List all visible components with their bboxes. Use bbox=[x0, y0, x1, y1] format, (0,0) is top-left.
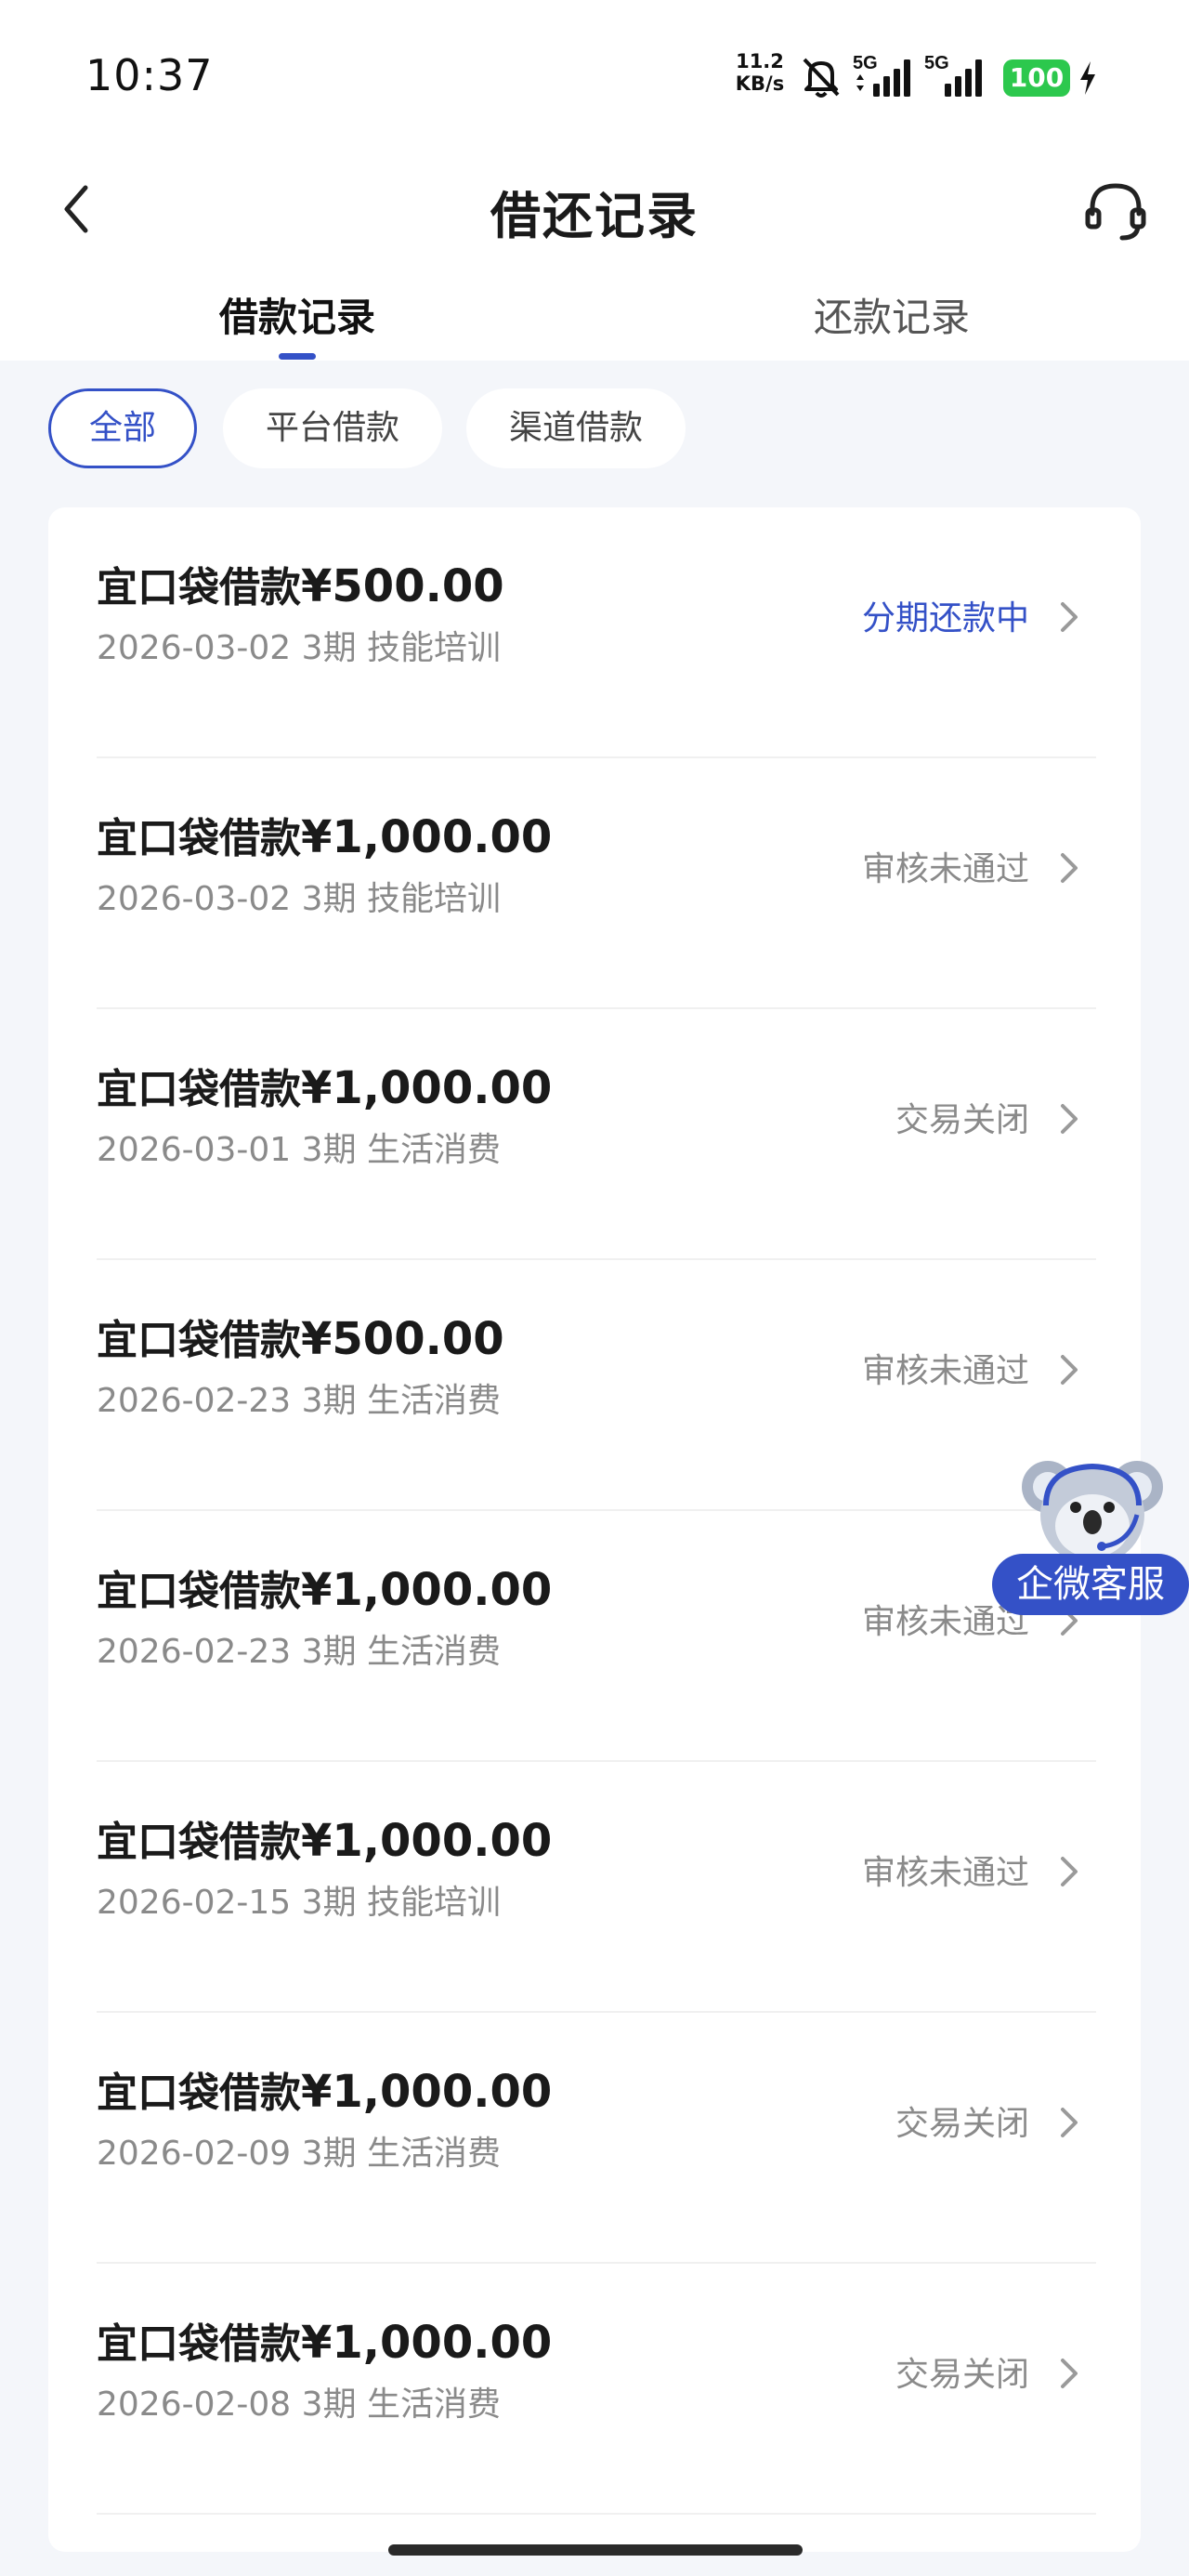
record-date: 2026-03-02 bbox=[97, 880, 292, 918]
bell-off-icon bbox=[803, 58, 840, 98]
record-periods: 3期 bbox=[301, 2135, 357, 2173]
record-title: 宜口袋借款¥500.00 bbox=[97, 1313, 504, 1365]
battery-indicator: 100 bbox=[1003, 59, 1070, 97]
chevron-right-icon bbox=[1061, 1104, 1078, 1134]
net-speed-value: 11.2 bbox=[736, 50, 784, 72]
record-tabs: 借款记录 还款记录 bbox=[0, 271, 1189, 361]
headset-icon[interactable] bbox=[1083, 178, 1148, 243]
record-item[interactable]: 宜口袋借款¥500.00 2026-03-02 3期 技能培训 分期还款中 bbox=[97, 507, 1096, 758]
record-date: 2026-03-01 bbox=[97, 1131, 292, 1169]
record-purpose: 生活消费 bbox=[367, 2135, 502, 2173]
nav-header: 借还记录 bbox=[0, 158, 1189, 260]
koala-mascot-icon bbox=[1022, 1461, 1163, 1565]
wecom-service-label: 企微客服 bbox=[992, 1554, 1189, 1615]
record-purpose: 技能培训 bbox=[367, 629, 502, 667]
record-date: 2026-02-23 bbox=[97, 1382, 292, 1420]
record-status: 审核未通过 bbox=[861, 1854, 1029, 1892]
record-date: 2026-02-08 bbox=[97, 2385, 292, 2424]
record-periods: 3期 bbox=[301, 1633, 357, 1671]
record-title: 宜口袋借款¥1,000.00 bbox=[97, 2317, 553, 2369]
active-tab-indicator bbox=[279, 353, 316, 360]
page-title: 借还记录 bbox=[490, 187, 699, 245]
record-title: 宜口袋借款¥1,000.00 bbox=[97, 2066, 553, 2118]
charging-bolt-icon bbox=[1080, 61, 1095, 95]
record-item[interactable]: 宜口袋借款¥1,000.00 2026-02-09 3期 生活消费 交易关闭 bbox=[97, 2013, 1096, 2264]
chevron-right-icon bbox=[1061, 853, 1078, 883]
record-title: 宜口袋借款¥1,000.00 bbox=[97, 811, 553, 863]
home-indicator[interactable] bbox=[388, 2544, 803, 2556]
record-amount: ¥500.00 bbox=[301, 560, 504, 612]
record-amount: ¥1,000.00 bbox=[301, 2317, 553, 2369]
record-status: 审核未通过 bbox=[861, 1352, 1029, 1390]
record-periods: 3期 bbox=[301, 1131, 357, 1169]
record-status: 交易关闭 bbox=[895, 2105, 1029, 2143]
chevron-right-icon bbox=[1061, 2359, 1078, 2388]
chevron-right-icon bbox=[1061, 2108, 1078, 2137]
sim2-label: 5G bbox=[924, 53, 949, 73]
record-meta: 2026-02-09 3期 生活消费 bbox=[97, 2126, 501, 2175]
filter-all[interactable]: 全部 bbox=[48, 388, 197, 468]
record-meta: 2026-03-02 3期 技能培训 bbox=[97, 621, 501, 669]
record-meta: 2026-03-01 3期 生活消费 bbox=[97, 1123, 501, 1171]
record-title: 宜口袋借款¥1,000.00 bbox=[97, 1815, 553, 1867]
tab-borrow-records[interactable]: 借款记录 bbox=[139, 286, 455, 343]
net-speed: 11.2 KB/s bbox=[734, 50, 786, 95]
record-periods: 3期 bbox=[301, 2385, 357, 2424]
record-title: 宜口袋借款¥500.00 bbox=[97, 560, 504, 612]
record-date: 2026-02-23 bbox=[97, 1633, 292, 1671]
record-purpose: 技能培训 bbox=[367, 1884, 502, 1922]
record-title: 宜口袋借款¥1,000.00 bbox=[97, 1062, 553, 1114]
record-item[interactable]: 宜口袋借款¥1,000.00 2026-02-15 3期 技能培训 审核未通过 bbox=[97, 1762, 1096, 2013]
record-status: 审核未通过 bbox=[861, 850, 1029, 888]
record-purpose: 技能培训 bbox=[367, 880, 502, 918]
chevron-right-icon bbox=[1061, 602, 1078, 632]
chevron-right-icon bbox=[1061, 1355, 1078, 1385]
chevron-right-icon bbox=[1061, 1857, 1078, 1886]
row-divider bbox=[97, 2513, 1096, 2515]
record-amount: ¥1,000.00 bbox=[301, 2066, 553, 2118]
record-amount: ¥1,000.00 bbox=[301, 1062, 553, 1114]
net-speed-unit: KB/s bbox=[735, 72, 785, 95]
record-purpose: 生活消费 bbox=[367, 1633, 502, 1671]
record-meta: 2026-02-08 3期 生活消费 bbox=[97, 2377, 501, 2425]
record-date: 2026-02-15 bbox=[97, 1884, 292, 1922]
record-meta: 2026-02-23 3期 生活消费 bbox=[97, 1624, 501, 1673]
record-amount: ¥500.00 bbox=[301, 1313, 504, 1365]
filter-platform[interactable]: 平台借款 bbox=[223, 388, 442, 468]
record-purpose: 生活消费 bbox=[367, 1131, 502, 1169]
record-item[interactable]: 宜口袋借款¥1,000.00 2026-02-08 3期 生活消费 交易关闭 bbox=[97, 2264, 1096, 2515]
record-meta: 2026-03-02 3期 技能培训 bbox=[97, 872, 501, 920]
record-periods: 3期 bbox=[301, 1884, 357, 1922]
record-purpose: 生活消费 bbox=[367, 2385, 502, 2424]
tab-repay-records[interactable]: 还款记录 bbox=[734, 286, 1050, 343]
status-time: 10:37 bbox=[85, 50, 214, 100]
filter-chips: 全部 平台借款 渠道借款 bbox=[0, 388, 1189, 472]
record-purpose: 生活消费 bbox=[367, 1382, 502, 1420]
status-bar: 10:37 11.2 KB/s 5G 5G 100 bbox=[0, 0, 1189, 158]
record-amount: ¥1,000.00 bbox=[301, 1564, 553, 1616]
record-status: 交易关闭 bbox=[895, 1101, 1029, 1139]
signal-5g-icon: 5G bbox=[924, 53, 982, 97]
record-date: 2026-02-09 bbox=[97, 2135, 292, 2173]
record-item[interactable]: 宜口袋借款¥500.00 2026-02-23 3期 生活消费 审核未通过 bbox=[97, 1260, 1096, 1511]
record-status: 交易关闭 bbox=[895, 2356, 1029, 2394]
record-meta: 2026-02-15 3期 技能培训 bbox=[97, 1875, 501, 1924]
filter-channel[interactable]: 渠道借款 bbox=[466, 388, 686, 468]
record-amount: ¥1,000.00 bbox=[301, 811, 553, 863]
record-status: 分期还款中 bbox=[861, 599, 1029, 637]
record-amount: ¥1,000.00 bbox=[301, 1815, 553, 1867]
signal-5g-icon: 5G bbox=[853, 53, 910, 97]
record-item[interactable]: 宜口袋借款¥1,000.00 2026-03-02 3期 技能培训 审核未通过 bbox=[97, 758, 1096, 1009]
record-meta: 2026-02-23 3期 生活消费 bbox=[97, 1373, 501, 1422]
record-item[interactable]: 宜口袋借款¥1,000.00 2026-02-23 3期 生活消费 审核未通过 bbox=[97, 1511, 1096, 1762]
wecom-service-button[interactable]: 企微客服 bbox=[992, 1450, 1189, 1617]
record-item[interactable]: 宜口袋借款¥1,000.00 2026-03-01 3期 生活消费 交易关闭 bbox=[97, 1009, 1096, 1260]
record-date: 2026-03-02 bbox=[97, 629, 292, 667]
sim1-label: 5G bbox=[853, 53, 878, 73]
records-list: 宜口袋借款¥500.00 2026-03-02 3期 技能培训 分期还款中 宜口… bbox=[48, 507, 1141, 2552]
record-periods: 3期 bbox=[301, 1382, 357, 1420]
record-periods: 3期 bbox=[301, 880, 357, 918]
record-title: 宜口袋借款¥1,000.00 bbox=[97, 1564, 553, 1616]
record-periods: 3期 bbox=[301, 629, 357, 667]
